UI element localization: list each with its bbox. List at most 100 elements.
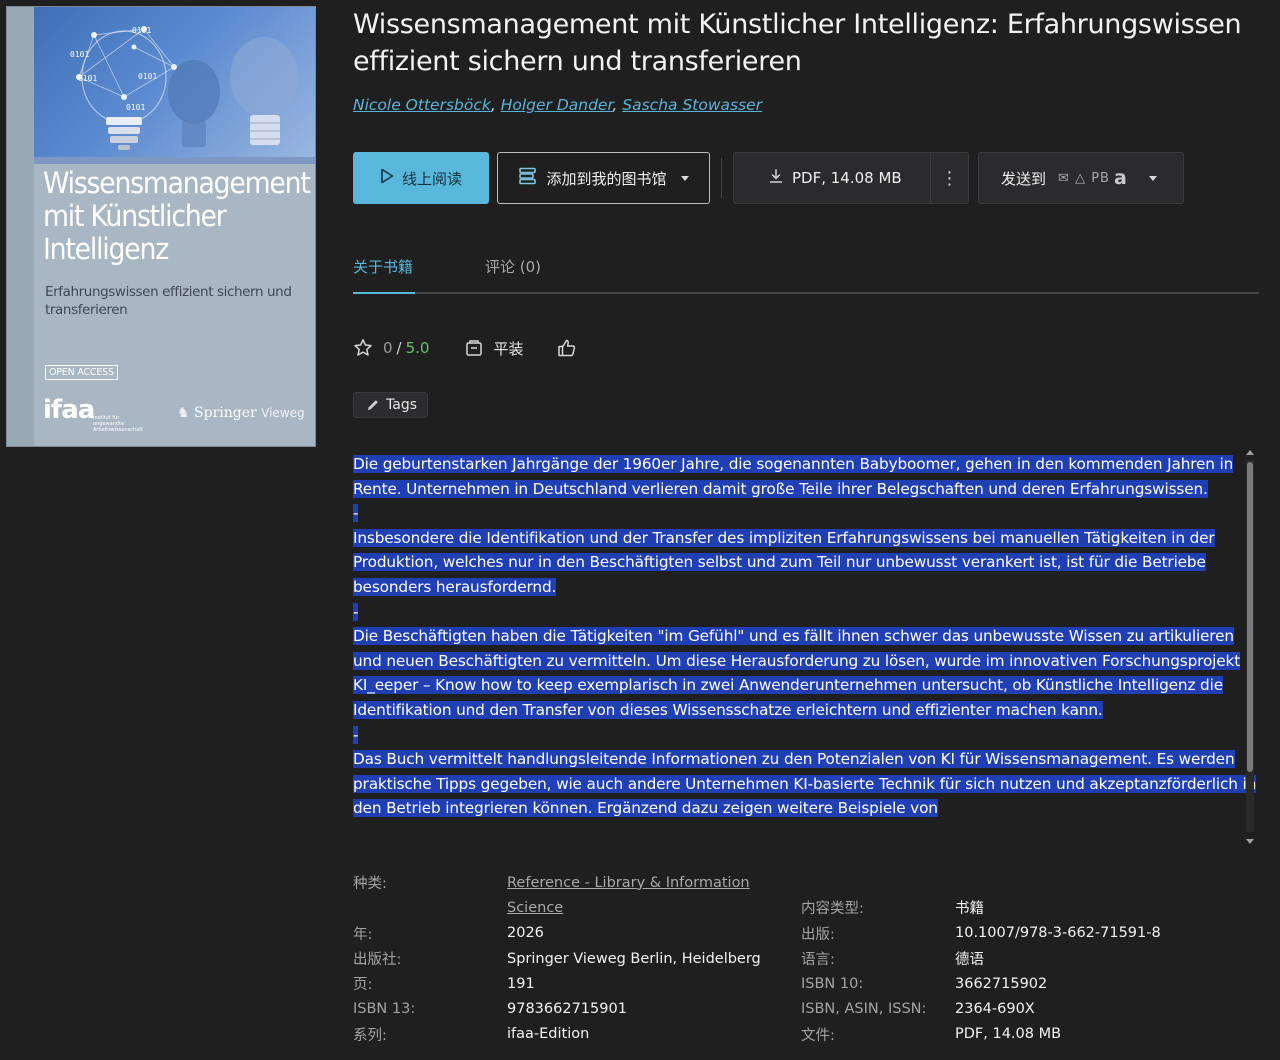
author-link-3[interactable]: Sascha Stowasser xyxy=(622,96,762,114)
language-label: 语言: xyxy=(801,952,835,969)
book-stats-row: 0 / 5.0 平装 xyxy=(353,335,577,361)
cover-binary-5: 0101 xyxy=(126,103,145,112)
book-format-icon xyxy=(465,339,483,357)
cover-ifaa-logo: ifaa xyxy=(43,395,95,425)
tab-about-book[interactable]: 关于书籍 xyxy=(353,256,413,277)
isbn10-label: ISBN 10: xyxy=(801,975,864,992)
play-icon xyxy=(380,168,394,188)
meta-row-file: 文件: PDF, 14.08 MB xyxy=(801,1022,1161,1047)
send-to-label: 发送到 xyxy=(1001,169,1047,188)
rating-max: 5.0 xyxy=(405,339,430,357)
action-divider xyxy=(721,158,722,198)
year-label: 年: xyxy=(353,926,373,943)
category-link-2[interactable]: Science xyxy=(507,900,563,916)
meta-row-isbn10: ISBN 10: 3662715902 xyxy=(801,971,1161,996)
tags-button[interactable]: Tags xyxy=(353,392,428,418)
content-type-value: 书籍 xyxy=(955,901,984,918)
description-paragraph: Insbesondere die Identifikation und der … xyxy=(353,528,1215,596)
description-paragraph: Die geburtenstarken Jahrgänge der 1960er… xyxy=(353,455,1234,498)
download-pdf-button[interactable]: PDF, 14.08 MB xyxy=(734,153,931,203)
meta-row-pages: 页: 191 xyxy=(353,971,761,996)
book-tabs: 关于书籍 评论 (0) xyxy=(353,250,1259,294)
download-group: PDF, 14.08 MB ⋮ xyxy=(733,152,969,204)
thumbs-up-icon xyxy=(557,338,577,358)
author-list: Nicole Ottersböck, Holger Dander, Sascha… xyxy=(353,96,763,114)
isbn10-value: 3662715902 xyxy=(955,975,1048,992)
download-icon xyxy=(768,168,784,188)
send-to-button[interactable]: 发送到 ✉ △ PB a xyxy=(978,152,1184,204)
description-scrollbar[interactable] xyxy=(1246,448,1254,846)
language-value: 德语 xyxy=(955,952,984,969)
issn-label: ISBN, ASIN, ISSN: xyxy=(801,1001,927,1018)
tags-label: Tags xyxy=(386,397,417,413)
scroll-down-arrow-icon[interactable] xyxy=(1246,839,1254,844)
chevron-down-icon xyxy=(680,175,689,181)
book-cover[interactable]: 0101 0101 0101 0101 0101 Wissensmanageme… xyxy=(6,6,316,447)
binding-label: 平装 xyxy=(493,339,524,358)
active-tab-indicator xyxy=(353,292,415,294)
meta-row-series: 系列: ifaa-Edition xyxy=(353,1022,761,1047)
category-label: 种类: xyxy=(353,876,387,893)
read-online-button[interactable]: 线上阅读 xyxy=(353,152,489,204)
binding-info: 平装 xyxy=(465,338,523,359)
content-type-label: 内容类型: xyxy=(801,901,864,918)
author-link-2[interactable]: Holger Dander xyxy=(501,96,613,114)
cover-binary-2: 0101 xyxy=(70,50,89,59)
meta-row-language: 语言: 德语 xyxy=(801,946,1161,971)
cover-publisher-a: Springer xyxy=(194,405,257,421)
description-paragraph: Das Buch vermittelt handlungsleitende In… xyxy=(353,750,1257,818)
meta-row-isbn13: ISBN 13: 9783662715901 xyxy=(353,996,761,1021)
description-paragraph: Die Beschäftigten haben die Tätigkeiten … xyxy=(353,627,1241,719)
meta-row-year: 年: 2026 xyxy=(353,921,761,946)
pages-value: 191 xyxy=(507,975,535,992)
rating-widget[interactable]: 0 / 5.0 xyxy=(353,338,429,358)
chevron-down-icon xyxy=(1148,175,1157,181)
issn-value: 2364-690X xyxy=(955,1001,1035,1018)
cover-lightbulb-image: 0101 0101 0101 0101 0101 xyxy=(34,7,315,157)
isbn13-label: ISBN 13: xyxy=(353,1001,416,1018)
cover-title: Wissensmanagement mit Künstlicher Intell… xyxy=(43,166,311,266)
add-to-library-label: 添加到我的图书馆 xyxy=(546,169,667,188)
series-label: 系列: xyxy=(353,1027,387,1044)
cover-spine-strip xyxy=(7,7,34,446)
email-icon: ✉ xyxy=(1058,170,1070,186)
edition-label: 出版: xyxy=(801,926,835,943)
metadata-left-column: 种类: Reference - Library & Information Sc… xyxy=(353,870,761,1047)
rating-separator: / xyxy=(396,339,402,357)
description-panel[interactable]: Die geburtenstarken Jahrgänge der 1960er… xyxy=(353,452,1258,845)
download-pdf-label: PDF, 14.08 MB xyxy=(792,169,902,187)
description-separator: - xyxy=(353,504,359,523)
file-label: 文件: xyxy=(801,1027,835,1044)
add-to-library-button[interactable]: 添加到我的图书馆 xyxy=(497,152,710,204)
like-button[interactable] xyxy=(557,338,577,358)
description-separator: - xyxy=(353,602,359,621)
metadata-right-column: 内容类型: 书籍 出版: 10.1007/978-3-662-71591-8 语… xyxy=(801,895,1161,1047)
pages-label: 页: xyxy=(353,977,373,994)
tab-comments[interactable]: 评论 (0) xyxy=(485,256,541,277)
lightbulb-network-icon: 0101 0101 0101 0101 0101 xyxy=(70,26,298,150)
drive-icon: △ xyxy=(1075,170,1087,186)
cover-publisher-b: Vieweg xyxy=(261,406,305,420)
meta-row-content-type: 内容类型: 书籍 xyxy=(801,895,1161,920)
pencil-icon xyxy=(366,398,380,412)
category-link-1[interactable]: Reference - Library & Information xyxy=(507,875,750,891)
amazon-icon: a xyxy=(1113,167,1127,189)
cover-binary-4: 0101 xyxy=(138,72,157,81)
cover-open-access-badge: OPEN ACCESS xyxy=(45,365,118,380)
cover-accent-bar xyxy=(34,157,315,164)
file-value: PDF, 14.08 MB xyxy=(955,1026,1062,1043)
year-value: 2026 xyxy=(507,925,544,942)
star-icon[interactable] xyxy=(353,338,373,358)
meta-row-edition: 出版: 10.1007/978-3-662-71591-8 xyxy=(801,921,1161,946)
library-shelf-icon xyxy=(518,167,538,189)
meta-row-category: 种类: Reference - Library & Information xyxy=(353,870,761,895)
more-formats-button[interactable]: ⋮ xyxy=(931,153,968,203)
send-targets: ✉ △ PB xyxy=(1058,171,1110,186)
isbn13-value: 9783662715901 xyxy=(507,1001,627,1018)
scrollbar-thumb[interactable] xyxy=(1247,462,1253,772)
cover-binary-1: 0101 xyxy=(132,26,151,35)
edition-value: 10.1007/978-3-662-71591-8 xyxy=(955,925,1161,942)
author-link-1[interactable]: Nicole Ottersböck xyxy=(353,96,491,114)
scroll-up-arrow-icon[interactable] xyxy=(1246,450,1254,455)
cover-ifaa-subtext: Institut für angewandte Arbeitswissensch… xyxy=(93,415,143,433)
